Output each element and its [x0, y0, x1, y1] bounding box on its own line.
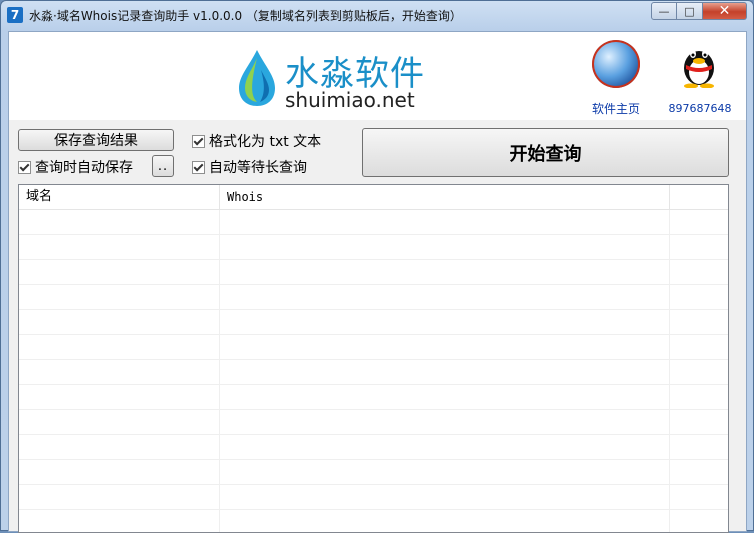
- table-cell: [220, 410, 670, 434]
- water-drop-logo-icon: [239, 50, 275, 106]
- maximize-icon: □: [684, 4, 695, 18]
- table-cell: [19, 460, 220, 484]
- qq-number-link[interactable]: 897687648: [665, 102, 735, 115]
- table-cell: [19, 235, 220, 259]
- column-header-whois[interactable]: Whois: [220, 185, 670, 209]
- client-area: 水淼软件 shuimiao.net 软件主页 897687648 保存查询结果 …: [8, 31, 747, 533]
- close-button[interactable]: ✕: [703, 2, 747, 20]
- window-controls: — □ ✕: [651, 2, 747, 20]
- app-icon[interactable]: 7: [7, 7, 23, 23]
- auto-wait-checkbox[interactable]: 自动等待长查询: [192, 157, 307, 177]
- table-cell: [19, 385, 220, 409]
- checkbox-checked-icon[interactable]: [192, 160, 205, 174]
- table-row[interactable]: [19, 285, 728, 310]
- browse-button[interactable]: ..: [152, 155, 174, 177]
- table-cell: [19, 360, 220, 384]
- table-cell: [220, 435, 670, 459]
- table-row[interactable]: [19, 385, 728, 410]
- banner: 水淼软件 shuimiao.net 软件主页 897687648: [9, 32, 746, 120]
- autosave-label: 查询时自动保存: [35, 160, 133, 176]
- table-row[interactable]: [19, 260, 728, 285]
- auto-wait-label: 自动等待长查询: [209, 160, 307, 176]
- table-cell: [220, 460, 670, 484]
- table-cell: [19, 310, 220, 334]
- table-row[interactable]: [19, 310, 728, 335]
- table-row[interactable]: [19, 510, 728, 532]
- table-cell: [220, 285, 670, 309]
- globe-icon[interactable]: [592, 40, 640, 88]
- title-bar[interactable]: 7 水淼·域名Whois记录查询助手 v1.0.0.0 （复制域名列表到剪贴板后…: [1, 1, 753, 29]
- table-row[interactable]: [19, 210, 728, 235]
- table-cell: [19, 410, 220, 434]
- column-header-domain[interactable]: 域名: [19, 185, 220, 209]
- format-txt-checkbox[interactable]: 格式化为 txt 文本: [192, 131, 321, 151]
- table-row[interactable]: [19, 335, 728, 360]
- table-row[interactable]: [19, 410, 728, 435]
- table-cell: [19, 435, 220, 459]
- table-row[interactable]: [19, 360, 728, 385]
- column-header-extra[interactable]: [670, 185, 728, 209]
- homepage-link-group[interactable]: 软件主页: [584, 40, 648, 117]
- table-cell: [19, 485, 220, 509]
- table-cell: [220, 210, 670, 234]
- qq-link-group[interactable]: 897687648: [665, 40, 735, 115]
- start-query-button[interactable]: 开始查询: [362, 128, 729, 177]
- table-cell: [220, 360, 670, 384]
- brand-logo: 水淼软件 shuimiao.net: [235, 44, 435, 114]
- window-title: 水淼·域名Whois记录查询助手 v1.0.0.0 （复制域名列表到剪贴板后，开…: [29, 9, 462, 23]
- table-cell: [220, 235, 670, 259]
- homepage-link[interactable]: 软件主页: [584, 100, 648, 117]
- minimize-icon: —: [658, 4, 670, 18]
- table-row[interactable]: [19, 235, 728, 260]
- table-row[interactable]: [19, 435, 728, 460]
- table-cell: [220, 485, 670, 509]
- table-cell: [220, 385, 670, 409]
- save-results-button[interactable]: 保存查询结果: [18, 129, 174, 151]
- table-cell: [19, 210, 220, 234]
- table-cell: [220, 260, 670, 284]
- minimize-button[interactable]: —: [651, 2, 677, 20]
- logo-text-en: shuimiao.net: [285, 88, 415, 112]
- maximize-button[interactable]: □: [677, 2, 703, 20]
- table-cell: [220, 310, 670, 334]
- table-row[interactable]: [19, 460, 728, 485]
- table-row[interactable]: [19, 485, 728, 510]
- table-cell: [19, 335, 220, 359]
- checkbox-checked-icon[interactable]: [18, 160, 31, 174]
- table-cell: [220, 510, 670, 532]
- qq-penguin-icon[interactable]: [679, 40, 719, 88]
- table-cell: [19, 285, 220, 309]
- close-icon: ✕: [718, 3, 731, 19]
- results-list[interactable]: 域名 Whois: [18, 184, 729, 533]
- table-cell: [19, 510, 220, 532]
- format-txt-label: 格式化为 txt 文本: [209, 134, 322, 150]
- list-header: 域名 Whois: [19, 185, 728, 210]
- autosave-checkbox[interactable]: 查询时自动保存: [18, 157, 133, 177]
- app-window: 7 水淼·域名Whois记录查询助手 v1.0.0.0 （复制域名列表到剪贴板后…: [0, 0, 754, 533]
- table-cell: [220, 335, 670, 359]
- table-cell: [19, 260, 220, 284]
- checkbox-checked-icon[interactable]: [192, 134, 205, 148]
